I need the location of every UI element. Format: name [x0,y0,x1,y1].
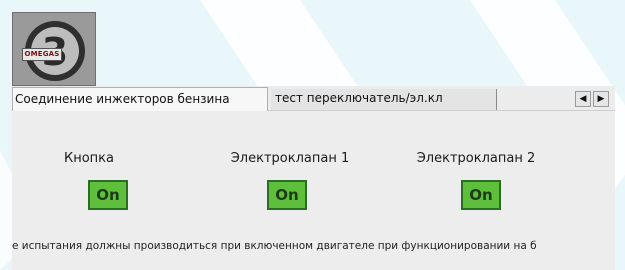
tab-page: Кнопка On Электроклапан 1 On Электроклап… [12,111,615,270]
valve-2-label: Электроклапан 2 [416,151,536,166]
valve-1-on-toggle[interactable]: On [267,180,307,210]
tab-bar: Соединение инжекторов бензина тест перек… [12,86,615,111]
tab-scroll-arrows: ◀ ▶ [575,91,611,107]
tab-injector-connection[interactable]: Соединение инжекторов бензина [12,87,268,111]
valve-1-label: Электроклапан 1 [230,151,350,166]
button-on-toggle[interactable]: On [88,180,128,210]
logo-text: OMEGAS [22,48,62,61]
inspection-panel: Соединение инжекторов бензина тест перек… [12,86,615,270]
scroll-right-icon[interactable]: ▶ [593,91,609,107]
button-control-label: Кнопка [63,151,114,166]
valve-2-on-toggle[interactable]: On [461,180,501,210]
omegas-logo: 3 OMEGAS [12,12,96,86]
tab-switch-valve-test[interactable]: тест переключатель/эл.кл [271,89,497,110]
footer-note: е испытания должны производиться при вкл… [12,240,537,252]
scroll-left-icon[interactable]: ◀ [575,91,591,107]
